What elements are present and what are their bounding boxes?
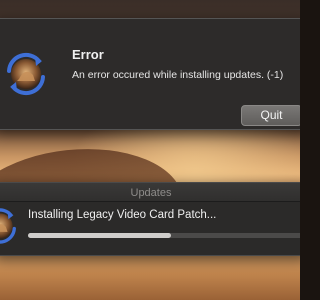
desktop: Error An error occured while installing … bbox=[0, 0, 300, 300]
error-title: Error bbox=[72, 47, 104, 62]
error-message: An error occured while installing update… bbox=[72, 69, 284, 81]
install-status-label: Installing Legacy Video Card Patch... bbox=[28, 209, 217, 221]
quit-button[interactable]: Quit bbox=[241, 105, 300, 126]
installer-refresh-icon bbox=[0, 205, 21, 247]
updates-titlebar[interactable]: Updates bbox=[0, 183, 300, 202]
wallpaper-sand bbox=[0, 255, 300, 300]
progress-bar bbox=[28, 233, 300, 238]
progress-bar-fill bbox=[28, 233, 171, 238]
window-title: Updates bbox=[130, 187, 172, 199]
error-dialog: Error An error occured while installing … bbox=[0, 18, 300, 130]
updates-window: Updates Installing Legacy Video Card Pat… bbox=[0, 182, 300, 256]
installer-refresh-icon bbox=[1, 49, 51, 99]
